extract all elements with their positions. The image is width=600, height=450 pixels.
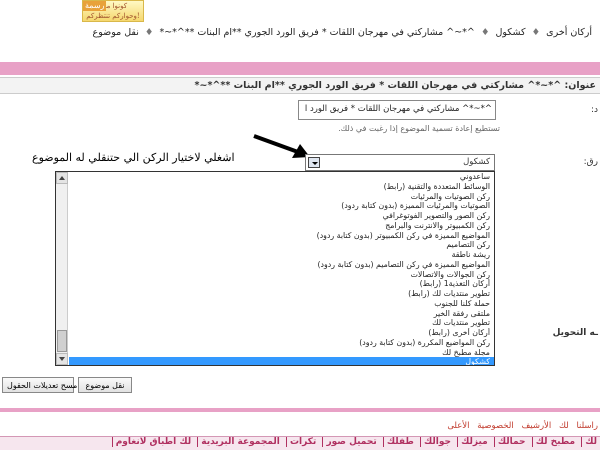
nav-link[interactable]: المجموعة البريدية — [197, 437, 283, 447]
nav-link[interactable]: تحميل صور — [322, 437, 380, 447]
nav-link[interactable]: طفلك — [382, 437, 417, 447]
thread-title-heading: عنوان: ^*~*^ مشاركتي في مهرجان اللقات * … — [0, 77, 600, 94]
dropdown-option[interactable]: ملتقى رفقة الخير — [69, 309, 494, 319]
dropdown-option[interactable]: ركن الصور والتصوير الفوتوغرافي — [69, 211, 494, 221]
scrollbar-thumb[interactable] — [57, 330, 67, 352]
forum-select-value: كشكول — [463, 157, 490, 167]
dropdown-option[interactable]: ركن الجوالات والاتصالات — [69, 270, 494, 280]
arrow-annotation-icon — [253, 134, 310, 158]
footer-link-top[interactable]: الأعلى — [447, 421, 469, 431]
forum-select[interactable]: كشكول — [305, 154, 495, 171]
breadcrumb: أركان أخرى ♦ كشكول ♦ ^*~^ مشاركتي في مهر… — [93, 27, 592, 38]
forum-dropdown-list[interactable]: ساعدوني الوسائط المتعددة والتقنية (رابط) ر… — [55, 171, 495, 366]
dropdown-option[interactable]: أركان التغذية1 (رابط) — [69, 279, 494, 289]
dropdown-option[interactable]: ركن الصوتيات والمرئيات — [69, 192, 494, 202]
breadcrumb-item-thread[interactable]: ^*~^ مشاركتي في مهرجان اللقات * فريق الو… — [159, 27, 474, 38]
scroll-up-icon[interactable] — [56, 172, 68, 184]
nav-link[interactable]: لك — [581, 437, 600, 447]
reset-fields-button[interactable]: مسح تعديلات الحقول — [2, 377, 77, 393]
move-thread-button[interactable]: نقل موضوع — [78, 377, 132, 393]
dropdown-option[interactable]: المواضيع المميزة في ركن التصاميم (بدون ك… — [69, 260, 494, 270]
nav-link[interactable]: ميزلك — [457, 437, 491, 447]
dropdown-scrollbar[interactable] — [56, 172, 68, 365]
footer-divider-bar — [0, 408, 600, 412]
annotation-text: اشغلي لاختيار الركن الي حتنقلي له الموضو… — [32, 151, 235, 164]
nav-link[interactable]: مطبخ لك — [531, 437, 579, 447]
dropdown-option[interactable]: الوسائط المتعددة والتقنية (رابط) — [69, 182, 494, 192]
forum-field-label: رق: — [583, 157, 598, 167]
breadcrumb-item-kashkool[interactable]: كشكول — [496, 27, 526, 38]
breadcrumb-separator-icon: ♦ — [144, 27, 154, 38]
dropdown-option[interactable]: المواضيع المميزة في ركن الكمبيوتر (بدون … — [69, 231, 494, 241]
dropdown-option[interactable]: ريشة ناطقة — [69, 250, 494, 260]
transfer-label: ـه التحويل — [552, 328, 598, 338]
dropdown-option[interactable]: تطوير منتديات لك — [69, 318, 494, 328]
breadcrumb-item-current: نقل موضوع — [92, 27, 139, 38]
dropdown-option[interactable]: مجلة مطبخ لك — [69, 348, 494, 358]
breadcrumb-item-other-corners[interactable]: أركان أخرى — [546, 27, 592, 38]
dropdown-option[interactable]: ساعدوني — [69, 172, 494, 182]
nav-link[interactable]: جوالك — [420, 437, 454, 447]
dropdown-option[interactable]: ركن المواضيع المكررة (بدون كتابة ردود) — [69, 338, 494, 348]
title-input[interactable]: ^*~*^ مشاركتي في مهرجان اللقات * فريق ال… — [298, 100, 496, 120]
dropdown-option[interactable]: ركن التصاميم — [69, 240, 494, 250]
nav-link[interactable]: تكرات — [285, 437, 320, 447]
header-divider-bar — [0, 62, 600, 75]
logo-line-2: وحواركم تنتظركم! — [86, 12, 140, 20]
scroll-down-icon[interactable] — [56, 353, 68, 365]
site-logo[interactable]: رسمة كونوا معنا وحواركم تنتظركم! — [82, 0, 144, 22]
dropdown-option[interactable]: ركن الكمبيوتر والانترنت والبرامج — [69, 221, 494, 231]
footer-link-privacy[interactable]: الخصوصية — [477, 421, 514, 431]
nav-link[interactable]: لك أطباق لانغاوم — [111, 437, 195, 447]
chevron-down-icon[interactable] — [308, 157, 320, 168]
dropdown-option[interactable]: كشكول — [69, 357, 494, 365]
dropdown-options: ساعدوني الوسائط المتعددة والتقنية (رابط) ر… — [69, 172, 494, 365]
footer-link-site[interactable]: لك — [559, 421, 569, 431]
nav-link[interactable]: حمالك — [493, 437, 529, 447]
dropdown-option[interactable]: أركان أخرى (رابط) — [69, 328, 494, 338]
logo-badge: رسمة — [83, 1, 107, 11]
breadcrumb-separator-icon: ♦ — [480, 27, 490, 38]
footer-links: راسلنا لك الأرشيف الخصوصية الأعلى — [442, 421, 598, 431]
dropdown-option[interactable]: تطوير منتديات لك (رابط) — [69, 289, 494, 299]
footer-link-contact[interactable]: راسلنا — [576, 421, 598, 431]
dropdown-option[interactable]: حملة كلنا للجنوب — [69, 299, 494, 309]
title-field-label: د: — [590, 105, 598, 115]
title-hint: تستطيع إعادة تسمية الموضوع إذا رغبت في ذ… — [338, 124, 500, 133]
dropdown-option[interactable]: الصوتيات والمرئيات المميزة (بدون كتابة ر… — [69, 201, 494, 211]
breadcrumb-separator-icon: ♦ — [531, 27, 541, 38]
bottom-nav-bar: لك مطبخ لك حمالك ميزلك جوالك طفلك تحميل … — [0, 436, 600, 450]
footer-link-archive[interactable]: الأرشيف — [521, 421, 551, 431]
